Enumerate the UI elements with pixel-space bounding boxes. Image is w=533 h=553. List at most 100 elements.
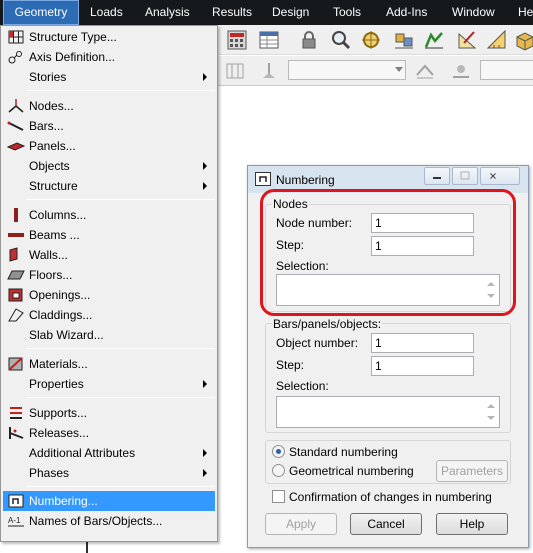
menu-item-slab-wizard[interactable]: Slab Wizard... — [3, 325, 215, 345]
case-combo[interactable] — [480, 60, 533, 80]
menu-item-beams[interactable]: Beams ... — [3, 225, 215, 245]
menu-item-label: Objects — [29, 159, 70, 173]
menu-item-label: Floors... — [29, 268, 73, 282]
menu-results[interactable]: Results — [212, 0, 252, 25]
menu-item-structure-type[interactable]: Structure Type... — [3, 27, 215, 47]
menu-help[interactable]: He — [518, 0, 533, 25]
menu-item-openings[interactable]: Openings... — [3, 285, 215, 305]
load-view-icon[interactable] — [414, 60, 436, 82]
svg-text:A-1: A-1 — [8, 516, 21, 525]
object-number-input[interactable]: 1 — [371, 333, 474, 353]
releases-icon — [7, 425, 25, 441]
numbering-dialog-icon — [255, 172, 271, 186]
menu-tools[interactable]: Tools — [333, 0, 361, 25]
submenu-arrow-icon — [203, 469, 207, 477]
menu-item-additional-attributes[interactable]: Additional Attributes — [3, 443, 215, 463]
menu-item-bars[interactable]: Bars... — [3, 116, 215, 136]
menu-item-label: Structure Type... — [29, 30, 117, 44]
bars-group-label: Bars/panels/objects: — [272, 317, 383, 331]
ruler-icon[interactable] — [486, 29, 508, 51]
minimize-button[interactable] — [424, 167, 450, 185]
maximize-button[interactable] — [452, 167, 478, 185]
menu-item-label: Stories — [29, 70, 67, 84]
walls-icon — [7, 247, 25, 263]
section-combo[interactable] — [288, 60, 406, 80]
supports-icon — [7, 405, 25, 421]
menu-separator — [27, 486, 215, 487]
support-view-icon[interactable] — [258, 60, 280, 82]
menu-item-walls[interactable]: Walls... — [3, 245, 215, 265]
menu-item-label: Beams ... — [29, 228, 80, 242]
geometrical-numbering-label: Geometrical numbering — [289, 464, 414, 478]
menu-separator — [27, 90, 215, 91]
grid-tool-icon[interactable] — [224, 60, 246, 82]
menu-item-supports[interactable]: Supports... — [3, 403, 215, 423]
submenu-arrow-icon — [203, 449, 207, 457]
maximize-icon — [460, 171, 470, 180]
menu-add-ins[interactable]: Add-Ins — [386, 0, 427, 25]
menu-item-label: Openings... — [29, 288, 91, 302]
box-3d-icon[interactable] — [514, 29, 533, 51]
standard-numbering-radio[interactable] — [272, 445, 285, 458]
menu-loads[interactable]: Loads — [90, 0, 123, 25]
menu-item-columns[interactable]: Columns... — [3, 205, 215, 225]
menu-item-label: Properties — [29, 377, 84, 391]
menu-item-label: Supports... — [29, 406, 88, 420]
menu-item-releases[interactable]: Releases... — [3, 423, 215, 443]
object-step-input[interactable]: 1 — [371, 356, 474, 376]
supports-tool-icon[interactable] — [423, 29, 445, 51]
menu-item-panels[interactable]: Panels... — [3, 136, 215, 156]
menu-item-properties[interactable]: Properties — [3, 374, 215, 394]
standard-numbering-label: Standard numbering — [289, 445, 398, 459]
menu-design[interactable]: Design — [272, 0, 309, 25]
menu-item-numbering[interactable]: Numbering... — [3, 491, 215, 511]
object-selection-textarea[interactable] — [276, 396, 500, 428]
apply-button[interactable]: Apply — [265, 513, 337, 535]
parameters-button[interactable]: Parameters — [436, 460, 508, 482]
geometrical-numbering-radio[interactable] — [272, 464, 285, 477]
object-number-label: Object number: — [276, 336, 359, 350]
menu-separator — [27, 348, 215, 349]
calculator-icon[interactable] — [226, 29, 248, 51]
menu-item-axis-definition[interactable]: Axis Definition... — [3, 47, 215, 67]
toolbar-secondary — [218, 56, 533, 86]
help-button[interactable]: Help — [436, 513, 508, 535]
menu-item-label: Slab Wizard... — [29, 328, 104, 342]
geometry-menu: Structure Type... Axis Definition... Sto… — [0, 25, 218, 542]
menu-window[interactable]: Window — [452, 0, 495, 25]
menu-item-materials[interactable]: Materials... — [3, 354, 215, 374]
minimize-icon — [433, 177, 441, 179]
close-button[interactable] — [480, 167, 520, 185]
menu-item-objects[interactable]: Objects — [3, 156, 215, 176]
table-icon[interactable] — [258, 29, 280, 51]
toolbar-main — [218, 25, 533, 55]
menu-item-structure[interactable]: Structure — [3, 176, 215, 196]
menu-item-label: Axis Definition... — [29, 50, 116, 64]
menu-item-names-of-bars[interactable]: A-1 Names of Bars/Objects... — [3, 511, 215, 531]
menu-analysis[interactable]: Analysis — [145, 0, 190, 25]
object-selection-scrollbar[interactable] — [482, 397, 499, 427]
menu-item-floors[interactable]: Floors... — [3, 265, 215, 285]
columns-icon — [7, 207, 25, 223]
lock-icon[interactable] — [298, 29, 320, 51]
menu-item-label: Claddings... — [29, 308, 93, 322]
zoom-icon[interactable] — [330, 29, 352, 51]
cancel-button[interactable]: Cancel — [350, 513, 422, 535]
release-view-icon[interactable] — [450, 60, 472, 82]
object-step-label: Step: — [276, 358, 305, 372]
drawing-tool-icon[interactable] — [456, 29, 478, 51]
menu-item-claddings[interactable]: Claddings... — [3, 305, 215, 325]
menu-item-stories[interactable]: Stories — [3, 67, 215, 87]
menu-geometry[interactable]: Geometry — [3, 0, 79, 25]
menu-item-nodes[interactable]: Nodes... — [3, 96, 215, 116]
submenu-arrow-icon — [203, 182, 207, 190]
confirmation-checkbox[interactable] — [272, 490, 285, 503]
menu-separator — [27, 199, 215, 200]
menu-item-label: Bars... — [29, 119, 64, 133]
confirmation-label: Confirmation of changes in numbering — [289, 490, 492, 504]
menu-item-label: Names of Bars/Objects... — [29, 514, 163, 528]
menu-item-phases[interactable]: Phases — [3, 463, 215, 483]
close-icon — [490, 173, 496, 179]
structure-view-icon[interactable] — [393, 29, 415, 51]
zoom-target-icon[interactable] — [360, 29, 382, 51]
